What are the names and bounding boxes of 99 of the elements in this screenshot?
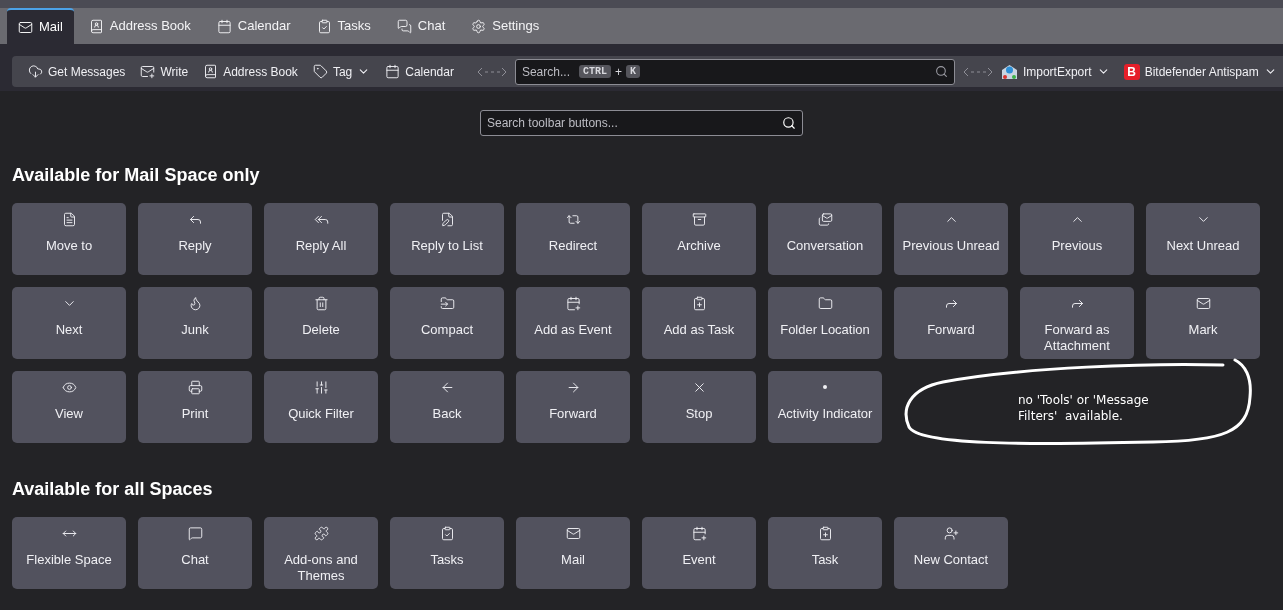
clipboard-check-icon bbox=[439, 526, 455, 541]
tag-icon bbox=[312, 64, 328, 79]
toolbar-item-button[interactable]: Forward bbox=[516, 371, 630, 443]
toolbar-item-button[interactable]: Next bbox=[12, 287, 126, 359]
space-tab[interactable]: Address Book bbox=[77, 8, 202, 44]
toolbar-item-button[interactable]: Junk bbox=[138, 287, 252, 359]
toolbar-item-button[interactable]: Forward as Attachment bbox=[1020, 287, 1134, 359]
contact-book-icon bbox=[88, 18, 104, 34]
calendar-plus-icon bbox=[691, 526, 707, 541]
toolbar-item-button[interactable]: Forward bbox=[894, 287, 1008, 359]
toolbar-item-button[interactable]: Add as Task bbox=[642, 287, 756, 359]
toolbar-item-button[interactable]: Folder Location bbox=[768, 287, 882, 359]
calendar-icon bbox=[385, 64, 401, 79]
document-pen-icon bbox=[439, 212, 455, 227]
toolbar-item-button[interactable]: Previous Unread bbox=[894, 203, 1008, 275]
toolbar-item-button[interactable]: Flexible Space bbox=[12, 517, 126, 589]
sliders-icon bbox=[313, 380, 329, 395]
toolbar-item-button[interactable]: Back bbox=[390, 371, 504, 443]
folder-arrow-icon bbox=[439, 296, 455, 311]
archive-box-icon bbox=[691, 212, 707, 227]
toolbar-item-button[interactable]: Add-ons and Themes bbox=[264, 517, 378, 589]
toolbar-item-button[interactable]: Quick Filter bbox=[264, 371, 378, 443]
toolbar-item-button[interactable]: Add as Event bbox=[516, 287, 630, 359]
toolbar-item-button[interactable]: Reply All bbox=[264, 203, 378, 275]
toolbar-button[interactable]: Tag bbox=[312, 62, 371, 81]
toolbar-button[interactable]: Calendar bbox=[385, 62, 454, 81]
envelope-icon bbox=[1195, 296, 1211, 311]
envelope-icon bbox=[18, 19, 33, 35]
toolbar-item-button[interactable]: Chat bbox=[138, 517, 252, 589]
toolbar-item-button[interactable]: Delete bbox=[264, 287, 378, 359]
envelope-plus-icon bbox=[140, 64, 156, 79]
eye-icon bbox=[61, 380, 77, 395]
button-search-field[interactable]: Search toolbar buttons... bbox=[480, 110, 803, 136]
add-on-button[interactable]: ImportExport bbox=[1000, 62, 1110, 81]
dot-icon bbox=[823, 385, 827, 389]
search-icon bbox=[934, 65, 948, 78]
toolbar-item-button[interactable]: Next Unread bbox=[1146, 203, 1260, 275]
space-tab[interactable]: Settings bbox=[460, 8, 551, 44]
clipboard-check-icon bbox=[316, 18, 332, 34]
toolbar-item-button[interactable]: Reply to List bbox=[390, 203, 504, 275]
search-icon bbox=[782, 116, 796, 130]
search-placeholder: Search... bbox=[521, 63, 570, 81]
person-plus-icon bbox=[943, 526, 959, 541]
keyboard-key: CTRL bbox=[578, 65, 611, 78]
chat-bubble-icon bbox=[187, 526, 203, 541]
section-heading: Available for all Spaces bbox=[12, 478, 214, 501]
toolbar-item-button[interactable]: Compact bbox=[390, 287, 504, 359]
toolbar-item-button[interactable]: Event bbox=[642, 517, 756, 589]
folder-icon bbox=[817, 296, 833, 311]
toolbar-item-button[interactable]: New Contact bbox=[894, 517, 1008, 589]
toolbar-item-button[interactable]: Mark bbox=[1146, 287, 1260, 359]
toolbar-item-button[interactable]: Reply bbox=[138, 203, 252, 275]
toolbar-item-button[interactable]: Archive bbox=[642, 203, 756, 275]
toolbar-item-button[interactable]: Conversation bbox=[768, 203, 882, 275]
envelopes-icon bbox=[817, 212, 833, 227]
toolbar-item-button[interactable]: Redirect bbox=[516, 203, 630, 275]
chat-bubbles-icon bbox=[396, 18, 412, 34]
toolbar-button[interactable]: Address Book bbox=[203, 62, 298, 81]
annotation-text: no 'Tools' or 'Message Filters' available. bbox=[1018, 392, 1150, 424]
toolbar-item-button[interactable]: Move to bbox=[12, 203, 126, 275]
space-tab[interactable]: Mail bbox=[7, 8, 74, 44]
toolbar-item-button[interactable]: Previous bbox=[1020, 203, 1134, 275]
calendar-icon bbox=[216, 18, 232, 34]
trash-icon bbox=[313, 296, 329, 311]
keyboard-key: K bbox=[626, 65, 640, 78]
arrow-right-icon bbox=[565, 380, 581, 395]
toolbar-item-button[interactable]: View bbox=[12, 371, 126, 443]
key-joiner: + bbox=[615, 63, 622, 81]
calendar-plus-icon bbox=[565, 296, 581, 311]
toolbar-item-button[interactable]: Task bbox=[768, 517, 882, 589]
toolbar-item-button[interactable]: Stop bbox=[642, 371, 756, 443]
search-field[interactable]: Search... CTRL + K bbox=[514, 58, 955, 85]
clipboard-plus-icon bbox=[691, 296, 707, 311]
space-tab[interactable]: Calendar bbox=[205, 8, 302, 44]
toolbar-item-button[interactable]: Tasks bbox=[390, 517, 504, 589]
document-icon bbox=[61, 212, 77, 227]
space-tab[interactable]: Tasks bbox=[305, 8, 382, 44]
bitdefender-logo: B bbox=[1123, 63, 1140, 80]
section-heading: Available for Mail Space only bbox=[12, 164, 261, 187]
flexible-space-icon bbox=[962, 66, 993, 77]
toolbar-button[interactable]: Write bbox=[140, 62, 189, 81]
contact-book-icon bbox=[203, 64, 219, 79]
envelope-icon bbox=[565, 526, 581, 541]
envelope-gear-icon bbox=[1000, 63, 1018, 80]
toolbar-item-button[interactable]: Print bbox=[138, 371, 252, 443]
printer-icon bbox=[187, 380, 203, 395]
puzzle-icon bbox=[313, 526, 329, 541]
toolbar-item-button[interactable]: Mail bbox=[516, 517, 630, 589]
search-placeholder: Search toolbar buttons... bbox=[487, 115, 618, 132]
settings-icon bbox=[471, 18, 487, 34]
toolbar-item-button[interactable]: Activity Indicator bbox=[768, 371, 882, 443]
flame-icon bbox=[187, 296, 203, 311]
flexible-space-icon bbox=[476, 66, 507, 77]
toolbar-button[interactable]: Get Messages bbox=[28, 62, 126, 81]
space-tab[interactable]: Chat bbox=[385, 8, 457, 44]
clipboard-plus-icon bbox=[817, 526, 833, 541]
cloud-download-icon bbox=[28, 64, 43, 79]
add-on-button[interactable]: B Bitdefender Antispam bbox=[1123, 62, 1277, 81]
arrows-cycle-icon bbox=[565, 212, 581, 227]
